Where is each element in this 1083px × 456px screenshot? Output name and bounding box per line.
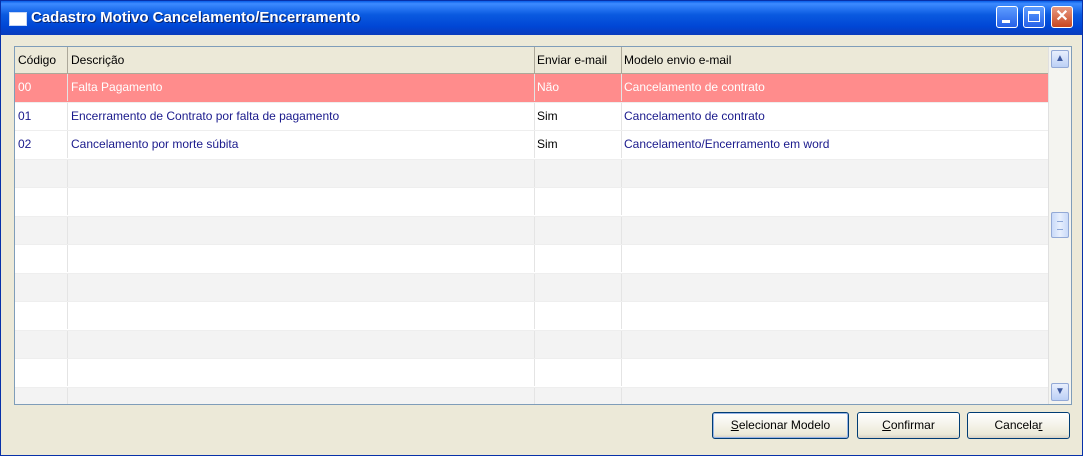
cell-codigo [15,330,68,358]
selecionar-modelo-label: elecionar Modelo [738,418,831,432]
cell-descricao [68,387,535,404]
cell-enviar-email [534,245,622,272]
cell-modelo [621,245,1049,272]
cell-descricao [68,159,535,187]
grid-body: 00 Falta Pagamento Não Cancelamento de cont… [15,74,1049,404]
cell-codigo: 02 [15,131,68,158]
selecionar-modelo-hotkey: S [730,418,739,432]
cell-descricao [68,216,535,244]
confirmar-button[interactable]: Confirmar [857,412,960,439]
cell-modelo: Cancelamento/Encerramento em word [621,131,1049,158]
empty-table-row[interactable] [15,188,1049,217]
empty-table-row[interactable] [15,387,1049,404]
cell-descricao [68,245,535,272]
confirmar-label: onfirmar [890,418,935,432]
cell-enviar-email [534,159,622,187]
cell-codigo [15,302,68,329]
cell-modelo [621,302,1049,329]
cell-modelo [621,387,1049,404]
cell-descricao [68,273,535,301]
title-bar[interactable]: Cadastro Motivo Cancelamento/Encerrament… [1,1,1082,35]
minimize-button[interactable] [996,6,1018,28]
cell-enviar-email [534,330,622,358]
cell-descricao [68,330,535,358]
column-header-enviar-email[interactable]: Enviar e-mail [534,47,622,73]
cell-modelo [621,216,1049,244]
close-icon: ✕ [1055,8,1069,25]
cell-codigo [15,359,68,386]
cell-enviar-email [534,273,622,301]
cell-descricao: Encerramento de Contrato por falta de pa… [68,102,535,130]
cell-descricao [68,188,535,215]
table-row[interactable]: 01 Encerramento de Contrato por falta de … [15,102,1049,131]
cell-descricao: Cancelamento por morte súbita [68,131,535,158]
table-row[interactable]: 02 Cancelamento por morte súbita Sim Cancel… [15,131,1049,160]
empty-table-row[interactable] [15,245,1049,274]
window-title: Cadastro Motivo Cancelamento/Encerrament… [31,9,361,26]
scroll-down-button[interactable]: ▼ [1051,383,1069,401]
cell-codigo [15,273,68,301]
cell-enviar-email: Sim [534,131,622,158]
column-header-codigo[interactable]: Código [15,47,68,73]
cancelar-label: Cancela [994,418,1039,432]
cell-codigo [15,159,68,187]
close-button[interactable]: ✕ [1051,6,1073,28]
motivo-grid[interactable]: Código Descrição Enviar e-mail Modelo en… [14,46,1072,405]
column-header-descricao[interactable]: Descrição [68,47,535,73]
cell-modelo: Cancelamento de contrato [621,102,1049,130]
minimize-icon [1002,20,1010,23]
cell-modelo [621,273,1049,301]
empty-table-row[interactable] [15,302,1049,331]
vertical-scrollbar[interactable]: ▲ ▼ [1048,47,1071,404]
scroll-thumb[interactable] [1051,212,1069,238]
dialog-window: Cadastro Motivo Cancelamento/Encerrament… [0,0,1083,456]
cell-codigo: 00 [15,74,68,101]
table-row[interactable]: 00 Falta Pagamento Não Cancelamento de cont… [15,74,1049,103]
maximize-icon [1028,11,1040,22]
cell-enviar-email: Sim [534,102,622,130]
window-icon [9,12,27,26]
cell-codigo [15,188,68,215]
cell-enviar-email [534,359,622,386]
empty-table-row[interactable] [15,359,1049,388]
cell-enviar-email [534,302,622,329]
cell-codigo [15,387,68,404]
cell-modelo [621,359,1049,386]
confirmar-hotkey: C [882,418,891,432]
selecionar-modelo-button[interactable]: Selecionar Modelo [712,412,849,439]
cell-enviar-email [534,387,622,404]
cell-modelo [621,188,1049,215]
cell-descricao: Falta Pagamento [68,74,535,101]
cell-enviar-email: Não [534,74,622,101]
cancelar-button[interactable]: Cancelar [967,412,1070,439]
empty-table-row[interactable] [15,273,1049,302]
cell-modelo [621,159,1049,187]
cell-codigo [15,245,68,272]
cell-enviar-email [534,216,622,244]
cell-modelo: Cancelamento de contrato [621,74,1049,101]
cell-descricao [68,302,535,329]
cell-modelo [621,330,1049,358]
empty-table-row[interactable] [15,216,1049,245]
cell-codigo [15,216,68,244]
empty-table-row[interactable] [15,159,1049,188]
column-header-modelo[interactable]: Modelo envio e-mail [621,47,1049,73]
cell-enviar-email [534,188,622,215]
grid-header: Código Descrição Enviar e-mail Modelo en… [15,47,1049,74]
empty-table-row[interactable] [15,330,1049,359]
cancelar-hotkey: r [1038,418,1043,432]
cell-codigo: 01 [15,102,68,130]
maximize-button[interactable] [1023,6,1045,28]
cell-descricao [68,359,535,386]
scroll-up-button[interactable]: ▲ [1051,50,1069,68]
